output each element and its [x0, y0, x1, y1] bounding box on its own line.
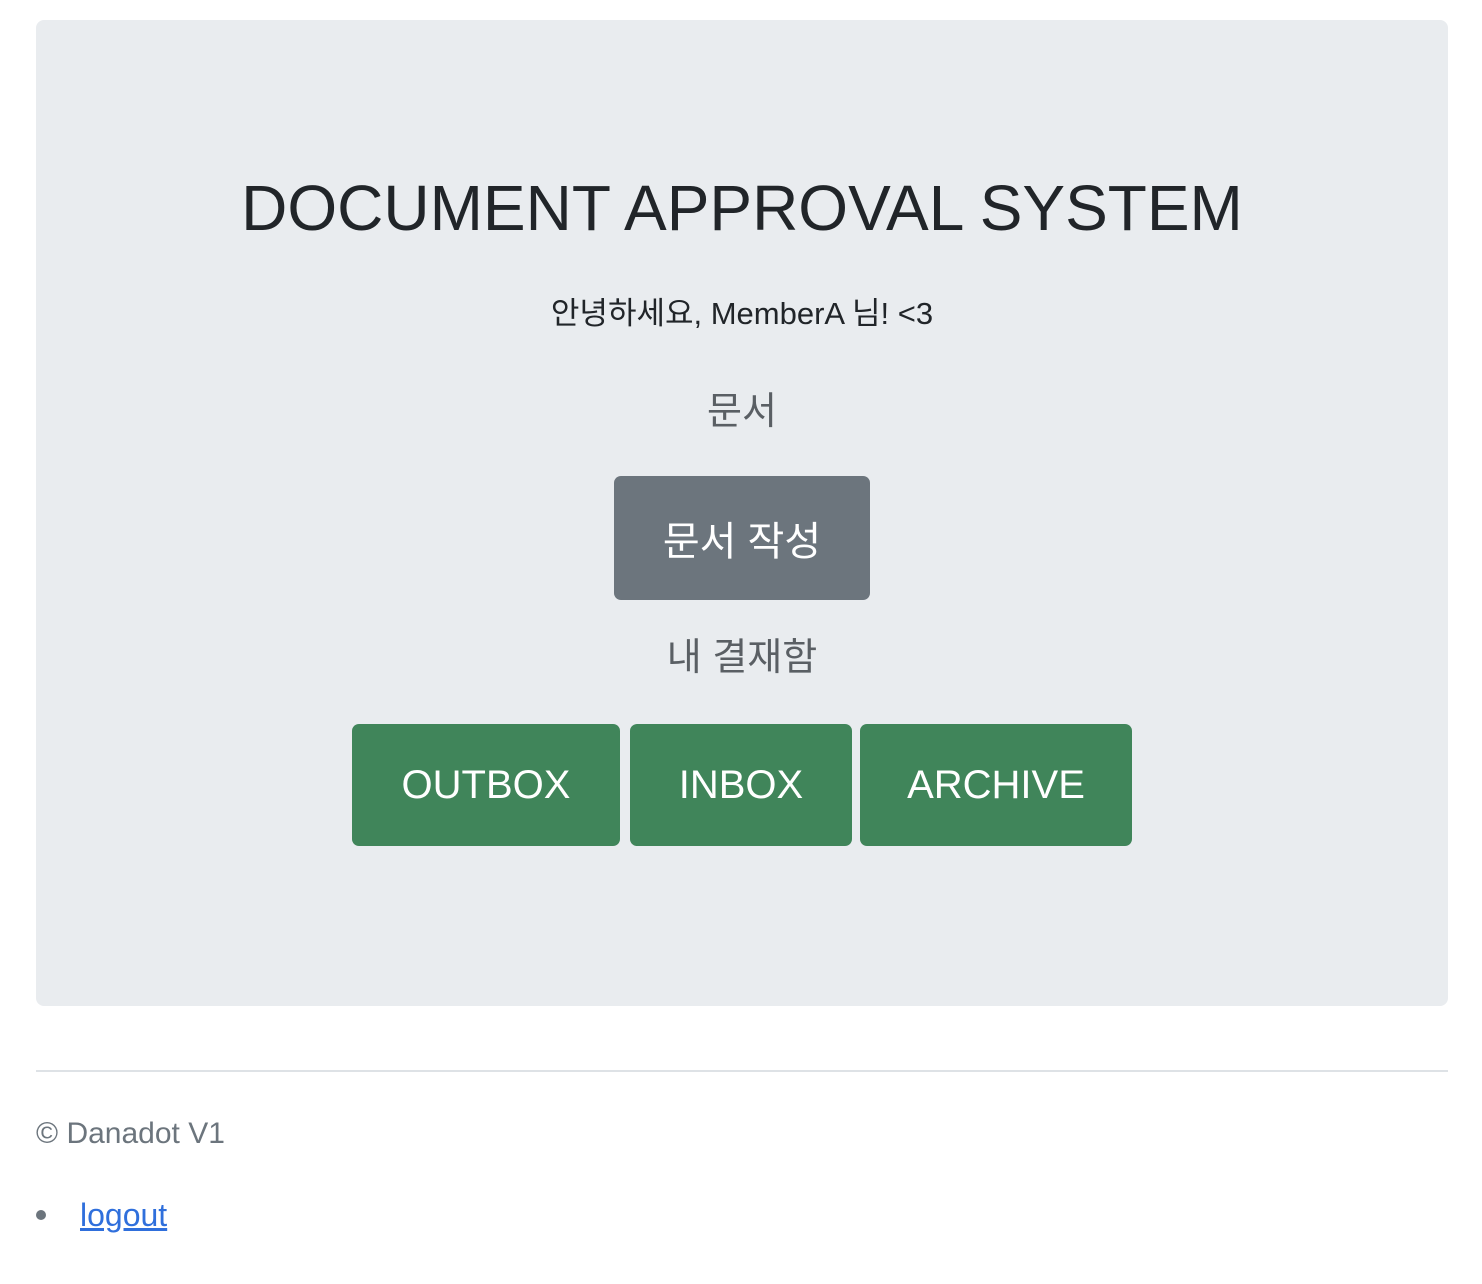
bullet-icon	[36, 1210, 46, 1220]
footer-divider	[36, 1070, 1448, 1072]
greeting-text: 안녕하세요, MemberA 님! <3	[550, 296, 934, 331]
footer-link-list: logout	[36, 1194, 167, 1236]
documents-section-label: 문서	[707, 391, 777, 433]
page-title: DOCUMENT APPROVAL SYSTEM	[241, 172, 1243, 244]
approval-box-section-label: 내 결재함	[666, 637, 818, 679]
logout-link[interactable]: logout	[80, 1197, 167, 1233]
footer-list-item: logout	[36, 1194, 167, 1236]
page: DOCUMENT APPROVAL SYSTEM 안녕하세요, MemberA …	[0, 0, 1482, 1284]
outbox-button[interactable]: OUTBOX	[352, 724, 620, 846]
write-document-button[interactable]: 문서 작성	[614, 476, 870, 600]
hero-panel: DOCUMENT APPROVAL SYSTEM 안녕하세요, MemberA …	[36, 20, 1448, 1006]
archive-button[interactable]: ARCHIVE	[860, 724, 1132, 846]
inbox-button[interactable]: INBOX	[630, 724, 852, 846]
copyright-text: © Danadot V1	[36, 1117, 225, 1150]
